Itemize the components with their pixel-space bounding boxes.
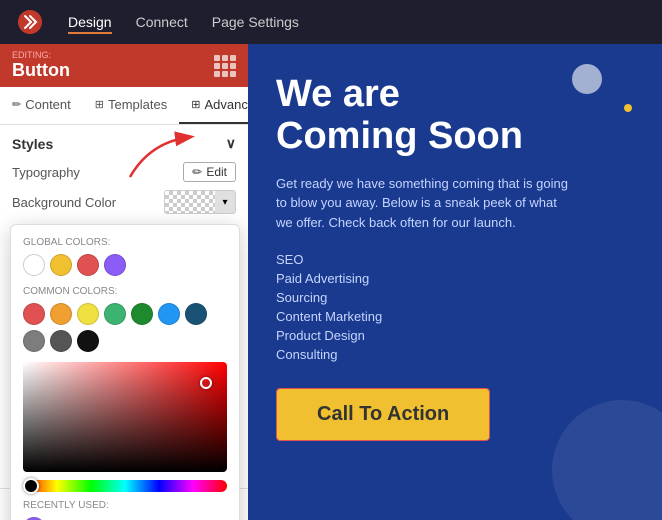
swatch-c-green[interactable] <box>104 303 126 325</box>
swatch-c-orange[interactable] <box>50 303 72 325</box>
swatch-c-dark-green[interactable] <box>131 303 153 325</box>
editing-header: EDITING: Button <box>0 44 248 87</box>
hue-bar[interactable] <box>23 480 227 492</box>
swatch-yellow[interactable] <box>50 254 72 276</box>
tab-templates[interactable]: ⊞ Templates <box>83 87 179 124</box>
top-nav: Design Connect Page Settings <box>0 0 662 44</box>
list-item: Product Design <box>276 326 634 345</box>
site-subtext: Get ready we have something coming that … <box>276 174 576 233</box>
nav-connect[interactable]: Connect <box>136 10 188 34</box>
swatch-c-red[interactable] <box>23 303 45 325</box>
swatch-c-dark-gray[interactable] <box>50 330 72 352</box>
list-item: Paid Advertising <box>276 269 634 288</box>
swatch-c-blue[interactable] <box>158 303 180 325</box>
color-arrow-icon: ▾ <box>215 191 235 213</box>
logo-icon <box>16 8 44 36</box>
swatch-c-black[interactable] <box>77 330 99 352</box>
deco-circle-large <box>552 400 662 520</box>
typography-edit-button[interactable]: ✏ Edit <box>183 162 236 182</box>
gradient-picker-area[interactable] <box>23 362 227 472</box>
cta-button[interactable]: Call To Action <box>277 389 489 440</box>
swatch-white[interactable] <box>23 254 45 276</box>
typography-row: Typography ✏ Edit <box>12 162 236 182</box>
left-panel: EDITING: Button ✏ Content ⊞ Templates ⊞ … <box>0 44 248 520</box>
site-heading: We are Coming Soon <box>276 74 634 158</box>
swatch-c-dark-blue[interactable] <box>185 303 207 325</box>
swatch-red[interactable] <box>77 254 99 276</box>
editing-info: EDITING: Button <box>12 50 70 81</box>
global-color-swatches <box>23 254 227 276</box>
common-colors-label: COMMON COLORS: <box>23 286 227 297</box>
site-list: SEO Paid Advertising Sourcing Content Ma… <box>276 250 634 364</box>
advanced-icon: ⊞ <box>191 98 200 111</box>
gradient-selector-handle[interactable] <box>200 377 212 389</box>
list-item: Content Marketing <box>276 307 634 326</box>
common-color-swatches <box>23 303 227 352</box>
templates-icon: ⊞ <box>95 98 104 111</box>
hue-indicator <box>23 478 39 494</box>
swatch-c-yellow[interactable] <box>77 303 99 325</box>
edit-icon: ✏ <box>192 165 202 179</box>
grid-icon[interactable] <box>214 55 236 77</box>
site-preview: We are Coming Soon Get ready we have som… <box>248 44 662 520</box>
nav-design[interactable]: Design <box>68 10 112 34</box>
main-layout: EDITING: Button ✏ Content ⊞ Templates ⊞ … <box>0 44 662 520</box>
bgcolor-button[interactable]: ▾ <box>164 190 236 214</box>
panel-tabs: ✏ Content ⊞ Templates ⊞ Advanced <box>0 87 248 125</box>
swatch-c-gray[interactable] <box>23 330 45 352</box>
list-item: Sourcing <box>276 288 634 307</box>
content-icon: ✏ <box>12 98 21 111</box>
global-colors-label: GLOBAL COLORS: <box>23 237 227 248</box>
nav-page-settings[interactable]: Page Settings <box>212 10 299 34</box>
styles-section: Styles ∨ Typography ✏ Edit Background Co… <box>0 125 248 232</box>
color-picker-popup: GLOBAL COLORS: COMMON COLORS: <box>10 224 240 520</box>
list-item: Consulting <box>276 345 634 364</box>
recently-used-label: RECENTLY USED: <box>23 500 227 511</box>
tab-advanced[interactable]: ⊞ Advanced <box>179 87 248 124</box>
tab-content[interactable]: ✏ Content <box>0 87 83 124</box>
cta-wrapper: Call To Action <box>276 388 490 441</box>
swatch-purple[interactable] <box>104 254 126 276</box>
list-item: SEO <box>276 250 634 269</box>
color-checker <box>165 191 215 213</box>
bgcolor-row: Background Color ▾ <box>12 190 236 214</box>
editing-title: Button <box>12 60 70 81</box>
editing-label: EDITING: <box>12 50 70 60</box>
styles-header: Styles ∨ <box>12 135 236 152</box>
